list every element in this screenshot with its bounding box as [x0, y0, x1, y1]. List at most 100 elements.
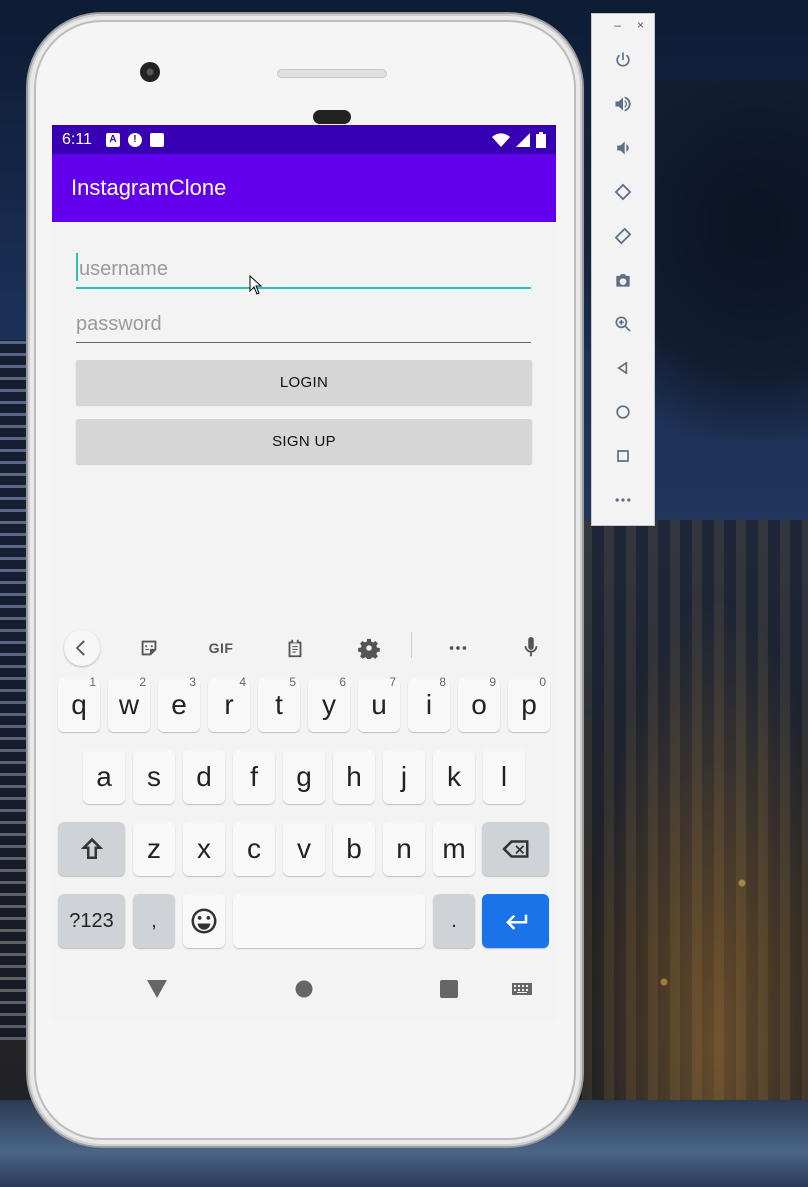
- collapse-toolbar-button[interactable]: [64, 630, 100, 666]
- key-o[interactable]: o9: [458, 675, 500, 732]
- key-n[interactable]: n: [383, 822, 425, 876]
- sd-card-icon: [149, 132, 164, 147]
- key-e[interactable]: e3: [158, 675, 200, 732]
- key-f[interactable]: f: [233, 750, 275, 804]
- back-button[interactable]: [592, 353, 654, 383]
- overview-button[interactable]: [592, 441, 654, 471]
- key-label: u: [371, 689, 387, 720]
- gif-button[interactable]: GIF: [203, 630, 239, 666]
- voice-input-button[interactable]: [513, 630, 549, 666]
- nav-back-button[interactable]: [146, 978, 168, 1000]
- key-l[interactable]: l: [483, 750, 525, 804]
- key-y[interactable]: y6: [308, 675, 350, 732]
- password-field[interactable]: password: [76, 303, 531, 343]
- screenshot-button[interactable]: [592, 265, 654, 295]
- symbols-key[interactable]: ?123: [58, 894, 125, 948]
- key-j[interactable]: j: [383, 750, 425, 804]
- key-label: r: [224, 689, 234, 720]
- status-bar: 6:11 A !: [52, 125, 556, 154]
- front-camera: [140, 62, 160, 82]
- key-d[interactable]: d: [183, 750, 225, 804]
- nav-recents-button[interactable]: [438, 978, 460, 1000]
- key-hint: 9: [489, 675, 496, 689]
- keyboard-switch-button[interactable]: [511, 978, 533, 1000]
- space-key[interactable]: [233, 894, 425, 948]
- minimize-button[interactable]: –: [614, 18, 621, 32]
- signup-button[interactable]: SIGN UP: [76, 419, 532, 464]
- recents-square-icon: [440, 980, 458, 998]
- notification-a-icon: A: [105, 132, 120, 147]
- gif-label: GIF: [208, 640, 234, 656]
- volume-down-icon: [617, 141, 629, 155]
- key-g[interactable]: g: [283, 750, 325, 804]
- key-w[interactable]: w2: [108, 675, 150, 732]
- navigation-bar: [52, 975, 556, 1005]
- key-q[interactable]: q1: [58, 675, 100, 732]
- key-label: e: [171, 689, 187, 720]
- key-label: w: [118, 689, 140, 720]
- key-label: n: [396, 833, 412, 864]
- comma-key[interactable]: ,: [133, 894, 175, 948]
- volume-up-button[interactable]: [592, 89, 654, 119]
- signup-label: SIGN UP: [272, 433, 336, 450]
- emoji-key[interactable]: [183, 894, 225, 948]
- period-key-label: .: [451, 909, 457, 932]
- background-city-lights: [560, 520, 808, 1180]
- symbols-key-label: ?123: [69, 909, 114, 932]
- rotate-right-icon: [614, 227, 632, 245]
- key-hint: 0: [539, 675, 546, 689]
- key-label: i: [425, 689, 433, 720]
- key-t[interactable]: t5: [258, 675, 300, 732]
- key-m[interactable]: m: [433, 822, 475, 876]
- more-options-button[interactable]: [440, 630, 476, 666]
- key-label: a: [96, 761, 112, 792]
- enter-key[interactable]: [482, 894, 549, 948]
- period-key[interactable]: .: [433, 894, 475, 948]
- wifi-icon: [492, 132, 510, 147]
- key-hint: 3: [189, 675, 196, 689]
- key-label: x: [197, 833, 211, 864]
- key-u[interactable]: u7: [358, 675, 400, 732]
- key-s[interactable]: s: [133, 750, 175, 804]
- keyboard-icon: [512, 983, 532, 995]
- mouse-pointer-icon: [249, 275, 263, 295]
- power-button[interactable]: [592, 45, 654, 75]
- key-x[interactable]: x: [183, 822, 225, 876]
- shift-key[interactable]: [58, 822, 125, 876]
- username-field[interactable]: username: [76, 249, 531, 289]
- volume-down-button[interactable]: [592, 133, 654, 163]
- gear-icon: [358, 638, 380, 659]
- rotate-right-button[interactable]: [592, 221, 654, 251]
- key-h[interactable]: h: [333, 750, 375, 804]
- keyboard-settings-button[interactable]: [351, 630, 387, 666]
- key-k[interactable]: k: [433, 750, 475, 804]
- key-label: q: [71, 689, 87, 720]
- zoom-button[interactable]: [592, 309, 654, 339]
- key-b[interactable]: b: [333, 822, 375, 876]
- nav-home-button[interactable]: [293, 978, 315, 1000]
- key-z[interactable]: z: [133, 822, 175, 876]
- key-r[interactable]: r4: [208, 675, 250, 732]
- clipboard-button[interactable]: [277, 630, 313, 666]
- overview-icon: [617, 450, 629, 462]
- key-label: m: [442, 833, 466, 864]
- key-label: b: [346, 833, 362, 864]
- key-v[interactable]: v: [283, 822, 325, 876]
- notification-alert-icon: !: [127, 132, 142, 147]
- key-p[interactable]: p0: [508, 675, 550, 732]
- sticker-button[interactable]: [131, 630, 167, 666]
- more-button[interactable]: [592, 485, 654, 515]
- login-button[interactable]: LOGIN: [76, 360, 532, 405]
- key-i[interactable]: i8: [408, 675, 450, 732]
- key-a[interactable]: a: [83, 750, 125, 804]
- home-button[interactable]: [592, 397, 654, 427]
- password-placeholder: password: [76, 313, 162, 335]
- close-button[interactable]: ×: [637, 18, 644, 32]
- clipboard-icon: [288, 639, 302, 658]
- phone-screen: 6:11 A ! InstagramClone username passwor…: [52, 125, 556, 1020]
- backspace-key[interactable]: [482, 822, 549, 876]
- zoom-icon: [615, 316, 631, 332]
- key-label: k: [447, 761, 461, 792]
- key-c[interactable]: c: [233, 822, 275, 876]
- rotate-left-button[interactable]: [592, 177, 654, 207]
